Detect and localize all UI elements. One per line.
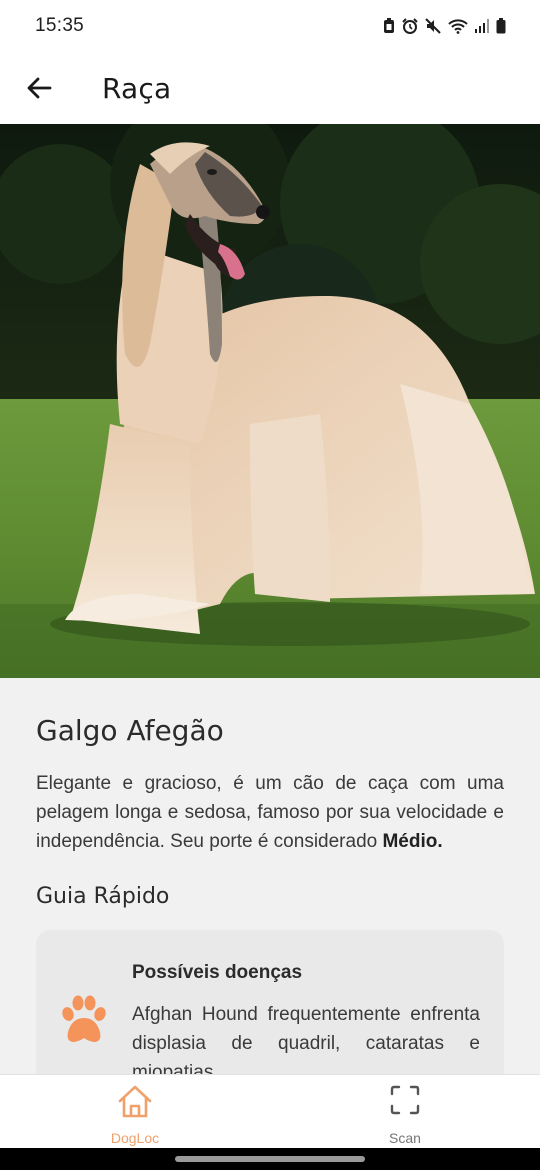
breed-name: Galgo Afegão [36, 714, 224, 747]
home-icon [116, 1084, 154, 1125]
nav-label-scan: Scan [389, 1130, 421, 1146]
scan-icon [389, 1084, 421, 1121]
status-icons [383, 18, 506, 34]
nav-item-scan[interactable]: Scan [270, 1075, 540, 1149]
card-text: Afghan Hound frequentemente enfrenta dis… [132, 1004, 480, 1074]
app-bar: Raça [0, 52, 540, 124]
gesture-area [0, 1148, 540, 1170]
arrow-left-icon [27, 77, 52, 99]
page-title: Raça [102, 71, 172, 105]
signal-icon [475, 19, 489, 33]
paw-icon [58, 994, 110, 1051]
nav-item-dogloc[interactable]: DogLoc [0, 1075, 270, 1149]
back-button[interactable] [17, 66, 61, 110]
battery-icon [496, 18, 506, 34]
card-title: Possíveis doenças [132, 962, 303, 983]
breed-description: Elegante e gracioso, é um cão de caça co… [36, 769, 504, 856]
breed-photo [0, 124, 540, 678]
status-time: 15:35 [35, 15, 85, 36]
bottom-nav: DogLoc Scan [0, 1074, 540, 1148]
breed-size: Médio. [382, 831, 443, 852]
gesture-handle[interactable] [175, 1156, 365, 1162]
quick-guide-title: Guia Rápido [36, 884, 170, 909]
wifi-icon [448, 18, 468, 34]
status-bar: 15:35 [0, 0, 540, 52]
nav-label-dogloc: DogLoc [110, 1130, 160, 1146]
mute-icon [425, 18, 441, 34]
guide-card-diseases: Possíveis doenças Afghan Hound frequente… [36, 930, 504, 1074]
battery-saver-icon [383, 18, 395, 34]
breed-details: Galgo Afegão Elegante e gracioso, é um c… [0, 678, 540, 1074]
alarm-icon [402, 18, 418, 34]
